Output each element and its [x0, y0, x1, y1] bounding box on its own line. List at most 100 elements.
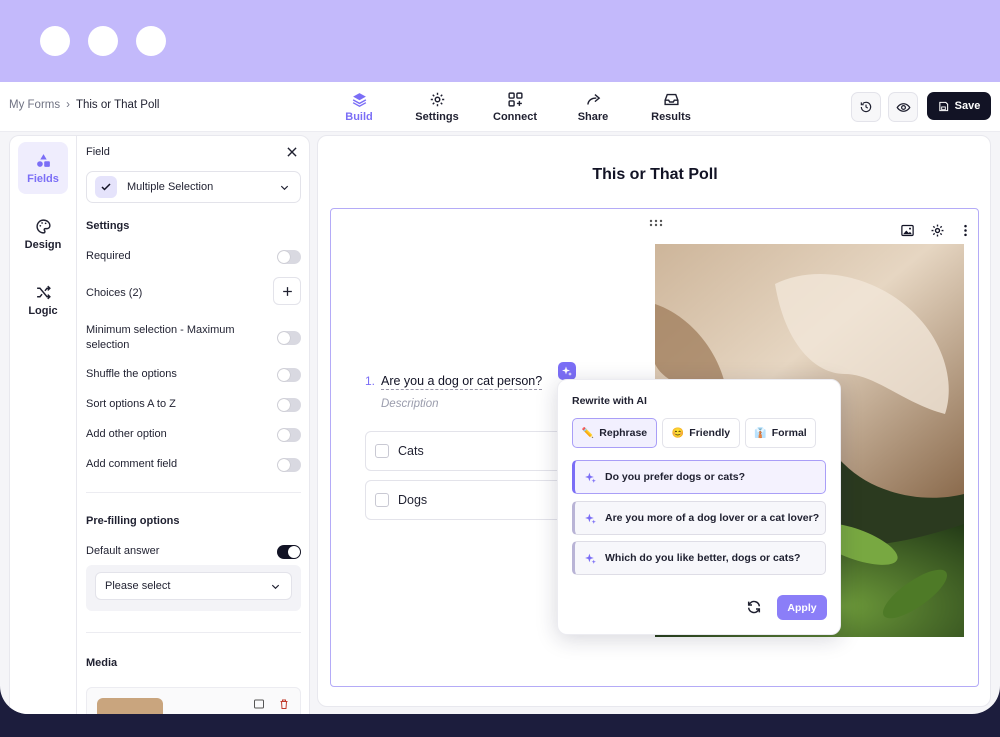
ai-suggestion[interactable]: Are you more of a dog lover or a cat lov…	[572, 501, 826, 535]
window-dot	[136, 26, 166, 56]
form-title[interactable]: This or That Poll	[318, 166, 992, 184]
breadcrumb-separator: ›	[66, 99, 70, 111]
comment-field-label: Add comment field	[86, 458, 178, 470]
check-icon	[95, 176, 117, 198]
rail-fields[interactable]: Fields	[18, 142, 68, 194]
tone-label: Formal	[771, 427, 807, 439]
add-choice-button[interactable]	[273, 277, 301, 305]
sparkles-icon	[585, 472, 596, 483]
layers-icon	[352, 93, 366, 108]
palette-icon	[35, 218, 51, 234]
shapes-icon	[36, 153, 50, 167]
min-max-label: Minimum selection - Maximum selection	[86, 324, 235, 351]
question-text[interactable]: Are you a dog or cat person?	[381, 374, 543, 390]
shuffle-icon	[36, 285, 51, 299]
choice-label: Dogs	[398, 493, 428, 507]
close-icon[interactable]	[285, 145, 299, 159]
sparkles-icon	[585, 513, 596, 524]
sparkles-icon	[562, 366, 572, 376]
history-button[interactable]	[851, 92, 881, 122]
suggestion-text: Do you prefer dogs or cats?	[605, 471, 746, 483]
comment-field-toggle[interactable]	[277, 458, 301, 472]
save-label: Save	[954, 100, 981, 112]
prefill-header: Pre-filling options	[86, 515, 180, 527]
question-number: 1.	[365, 374, 376, 388]
media-item[interactable]	[86, 687, 301, 714]
default-answer-box: Please select	[86, 565, 301, 611]
choice-option[interactable]: Dogs	[365, 480, 565, 520]
left-rail: Fields Design Logic	[9, 135, 76, 714]
nav-label: Connect	[493, 111, 537, 123]
share-arrow-icon	[586, 93, 600, 105]
field-type-select[interactable]: Multiple Selection	[86, 171, 301, 203]
save-button[interactable]: Save	[927, 92, 991, 120]
field-settings-panel: Field Multiple Selection Settings Requir…	[76, 135, 310, 714]
gear-icon	[430, 92, 444, 107]
required-toggle[interactable]	[277, 250, 301, 264]
image-icon[interactable]	[900, 223, 915, 238]
tone-friendly[interactable]: 😊 Friendly	[662, 418, 740, 448]
choices-label: Choices (2)	[86, 287, 143, 299]
default-answer-select[interactable]: Please select	[95, 572, 292, 600]
other-option-toggle[interactable]	[277, 428, 301, 442]
shuffle-label: Shuffle the options	[86, 368, 177, 380]
image-icon[interactable]	[253, 698, 265, 710]
checkbox[interactable]	[375, 493, 389, 507]
field-label: Field	[86, 146, 110, 158]
tone-label: Friendly	[689, 427, 731, 439]
ai-suggestion[interactable]: Which do you like better, dogs or cats?	[572, 541, 826, 575]
tone-label: Rephrase	[599, 427, 648, 439]
suggestion-text: Which do you like better, dogs or cats?	[605, 552, 801, 564]
default-answer-label: Default answer	[86, 545, 160, 557]
rail-logic[interactable]: Logic	[18, 274, 68, 326]
plus-icon	[282, 286, 292, 296]
gear-icon[interactable]	[930, 223, 945, 238]
nav-build[interactable]: Build	[320, 82, 398, 132]
settings-header: Settings	[86, 220, 130, 232]
refresh-icon[interactable]	[746, 599, 762, 615]
breadcrumb-current: This or That Poll	[75, 99, 160, 111]
rail-label: Logic	[28, 304, 58, 317]
smile-icon: 😊	[671, 427, 685, 439]
main-nav: Build Settings Connect Share Results	[320, 82, 710, 132]
window-dot	[88, 26, 118, 56]
nav-label: Results	[651, 111, 691, 123]
min-max-toggle[interactable]	[277, 331, 301, 345]
breadcrumb-my-forms[interactable]: My Forms	[9, 99, 60, 111]
description-placeholder[interactable]: Description	[381, 398, 439, 410]
preview-button[interactable]	[888, 92, 918, 122]
sort-toggle[interactable]	[277, 398, 301, 412]
tone-formal[interactable]: 👔 Formal	[745, 418, 816, 448]
tone-rephrase[interactable]: ✏️ Rephrase	[572, 418, 657, 448]
grid-plus-icon	[507, 92, 523, 107]
ai-title: Rewrite with AI	[572, 395, 647, 407]
field-type-value: Multiple Selection	[127, 181, 214, 193]
divider	[86, 492, 301, 493]
save-icon	[938, 101, 948, 111]
suggestion-text: Are you more of a dog lover or a cat lov…	[605, 512, 820, 524]
ai-rewrite-button[interactable]	[558, 362, 576, 380]
checkbox[interactable]	[375, 444, 389, 458]
nav-results[interactable]: Results	[632, 82, 710, 132]
chevron-down-icon	[271, 584, 280, 590]
eye-icon	[896, 102, 910, 112]
nav-connect[interactable]: Connect	[476, 82, 554, 132]
required-label: Required	[86, 250, 131, 262]
top-bar: My Forms › This or That Poll Build Setti…	[0, 82, 1000, 132]
window-dot	[40, 26, 70, 56]
rail-design[interactable]: Design	[18, 208, 68, 260]
other-option-label: Add other option	[86, 428, 167, 440]
more-vertical-icon[interactable]	[958, 223, 973, 238]
drag-handle-icon[interactable]	[649, 219, 663, 227]
choice-label: Cats	[398, 444, 424, 458]
history-icon	[860, 101, 872, 113]
trash-icon[interactable]	[278, 698, 290, 710]
ai-suggestion[interactable]: Do you prefer dogs or cats?	[572, 460, 826, 494]
apply-button[interactable]: Apply	[777, 595, 827, 620]
choice-option[interactable]: Cats	[365, 431, 565, 471]
media-thumbnail	[97, 698, 163, 714]
nav-settings[interactable]: Settings	[398, 82, 476, 132]
shuffle-toggle[interactable]	[277, 368, 301, 382]
nav-share[interactable]: Share	[554, 82, 632, 132]
default-answer-toggle[interactable]	[277, 545, 301, 559]
